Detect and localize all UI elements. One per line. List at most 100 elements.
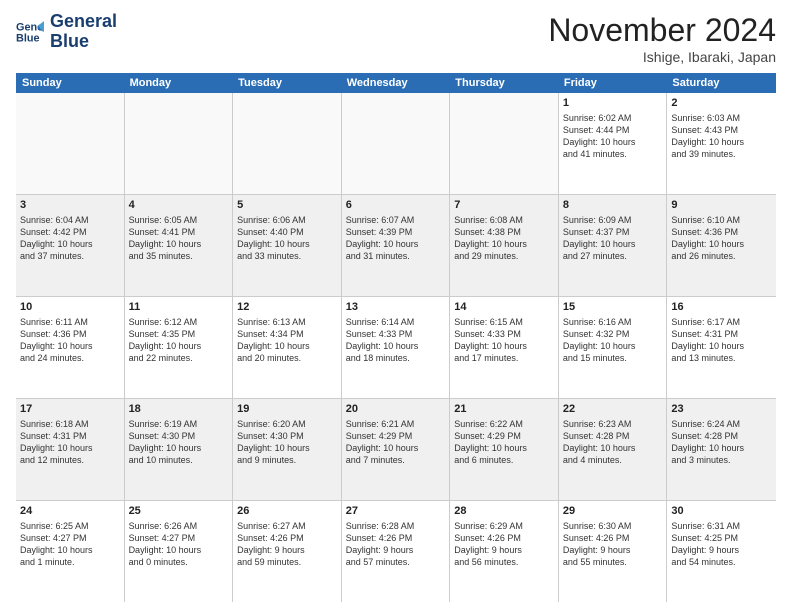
calendar-row-0: 1Sunrise: 6:02 AMSunset: 4:44 PMDaylight…: [16, 93, 776, 195]
cell-info-line: Sunset: 4:41 PM: [129, 226, 229, 238]
calendar-cell-r3-c1: 18Sunrise: 6:19 AMSunset: 4:30 PMDayligh…: [125, 399, 234, 500]
calendar-cell-r2-c1: 11Sunrise: 6:12 AMSunset: 4:35 PMDayligh…: [125, 297, 234, 398]
calendar-cell-r0-c0: [16, 93, 125, 194]
cell-info-line: Sunset: 4:37 PM: [563, 226, 663, 238]
calendar-cell-r1-c0: 3Sunrise: 6:04 AMSunset: 4:42 PMDaylight…: [16, 195, 125, 296]
day-number: 6: [346, 198, 446, 213]
calendar-cell-r1-c6: 9Sunrise: 6:10 AMSunset: 4:36 PMDaylight…: [667, 195, 776, 296]
cell-info-line: and 56 minutes.: [454, 556, 554, 568]
calendar-cell-r4-c5: 29Sunrise: 6:30 AMSunset: 4:26 PMDayligh…: [559, 501, 668, 602]
cell-info-line: Sunset: 4:39 PM: [346, 226, 446, 238]
logo-text-line1: General: [50, 12, 117, 32]
cell-info-line: Daylight: 10 hours: [671, 442, 772, 454]
cell-info-line: and 15 minutes.: [563, 352, 663, 364]
calendar-cell-r3-c0: 17Sunrise: 6:18 AMSunset: 4:31 PMDayligh…: [16, 399, 125, 500]
cell-info-line: Sunrise: 6:02 AM: [563, 112, 663, 124]
day-number: 27: [346, 504, 446, 519]
cell-info-line: and 57 minutes.: [346, 556, 446, 568]
cell-info-line: Daylight: 10 hours: [454, 340, 554, 352]
cell-info-line: Sunset: 4:30 PM: [129, 430, 229, 442]
day-number: 19: [237, 402, 337, 417]
cell-info-line: and 35 minutes.: [129, 250, 229, 262]
day-number: 18: [129, 402, 229, 417]
weekday-saturday: Saturday: [667, 73, 776, 93]
day-number: 20: [346, 402, 446, 417]
calendar-cell-r2-c0: 10Sunrise: 6:11 AMSunset: 4:36 PMDayligh…: [16, 297, 125, 398]
day-number: 23: [671, 402, 772, 417]
cell-info-line: Daylight: 10 hours: [563, 340, 663, 352]
cell-info-line: Daylight: 10 hours: [20, 544, 120, 556]
day-number: 12: [237, 300, 337, 315]
calendar-cell-r1-c2: 5Sunrise: 6:06 AMSunset: 4:40 PMDaylight…: [233, 195, 342, 296]
calendar-cell-r3-c5: 22Sunrise: 6:23 AMSunset: 4:28 PMDayligh…: [559, 399, 668, 500]
cell-info-line: Daylight: 9 hours: [346, 544, 446, 556]
calendar-row-1: 3Sunrise: 6:04 AMSunset: 4:42 PMDaylight…: [16, 195, 776, 297]
calendar: Sunday Monday Tuesday Wednesday Thursday…: [16, 73, 776, 602]
cell-info-line: Sunrise: 6:13 AM: [237, 316, 337, 328]
cell-info-line: and 17 minutes.: [454, 352, 554, 364]
cell-info-line: Sunset: 4:38 PM: [454, 226, 554, 238]
cell-info-line: Sunset: 4:26 PM: [237, 532, 337, 544]
cell-info-line: Sunrise: 6:15 AM: [454, 316, 554, 328]
calendar-cell-r3-c3: 20Sunrise: 6:21 AMSunset: 4:29 PMDayligh…: [342, 399, 451, 500]
calendar-cell-r2-c2: 12Sunrise: 6:13 AMSunset: 4:34 PMDayligh…: [233, 297, 342, 398]
calendar-cell-r4-c6: 30Sunrise: 6:31 AMSunset: 4:25 PMDayligh…: [667, 501, 776, 602]
cell-info-line: Daylight: 10 hours: [563, 136, 663, 148]
cell-info-line: Sunset: 4:44 PM: [563, 124, 663, 136]
weekday-sunday: Sunday: [16, 73, 125, 93]
cell-info-line: Sunset: 4:25 PM: [671, 532, 772, 544]
cell-info-line: Daylight: 10 hours: [129, 340, 229, 352]
cell-info-line: Daylight: 9 hours: [237, 544, 337, 556]
day-number: 25: [129, 504, 229, 519]
page: General Blue General Blue November 2024 …: [0, 0, 792, 612]
day-number: 21: [454, 402, 554, 417]
cell-info-line: Sunrise: 6:30 AM: [563, 520, 663, 532]
day-number: 10: [20, 300, 120, 315]
calendar-row-2: 10Sunrise: 6:11 AMSunset: 4:36 PMDayligh…: [16, 297, 776, 399]
weekday-wednesday: Wednesday: [342, 73, 451, 93]
cell-info-line: Daylight: 10 hours: [454, 442, 554, 454]
cell-info-line: Sunset: 4:40 PM: [237, 226, 337, 238]
cell-info-line: Sunrise: 6:18 AM: [20, 418, 120, 430]
cell-info-line: Daylight: 10 hours: [671, 340, 772, 352]
cell-info-line: Daylight: 10 hours: [20, 442, 120, 454]
calendar-cell-r1-c5: 8Sunrise: 6:09 AMSunset: 4:37 PMDaylight…: [559, 195, 668, 296]
cell-info-line: Sunrise: 6:12 AM: [129, 316, 229, 328]
day-number: 7: [454, 198, 554, 213]
cell-info-line: Sunset: 4:26 PM: [563, 532, 663, 544]
cell-info-line: Sunrise: 6:03 AM: [671, 112, 772, 124]
day-number: 29: [563, 504, 663, 519]
cell-info-line: Sunrise: 6:11 AM: [20, 316, 120, 328]
calendar-cell-r2-c3: 13Sunrise: 6:14 AMSunset: 4:33 PMDayligh…: [342, 297, 451, 398]
month-title: November 2024: [548, 12, 776, 49]
cell-info-line: and 39 minutes.: [671, 148, 772, 160]
cell-info-line: Sunrise: 6:10 AM: [671, 214, 772, 226]
cell-info-line: Sunrise: 6:22 AM: [454, 418, 554, 430]
cell-info-line: and 13 minutes.: [671, 352, 772, 364]
cell-info-line: Sunset: 4:35 PM: [129, 328, 229, 340]
cell-info-line: Sunset: 4:31 PM: [20, 430, 120, 442]
logo: General Blue General Blue: [16, 12, 117, 52]
weekday-tuesday: Tuesday: [233, 73, 342, 93]
cell-info-line: Daylight: 10 hours: [20, 340, 120, 352]
cell-info-line: Sunset: 4:30 PM: [237, 430, 337, 442]
cell-info-line: Daylight: 10 hours: [346, 340, 446, 352]
cell-info-line: Sunrise: 6:08 AM: [454, 214, 554, 226]
cell-info-line: Sunrise: 6:21 AM: [346, 418, 446, 430]
weekday-thursday: Thursday: [450, 73, 559, 93]
day-number: 5: [237, 198, 337, 213]
cell-info-line: and 3 minutes.: [671, 454, 772, 466]
cell-info-line: and 20 minutes.: [237, 352, 337, 364]
cell-info-line: Daylight: 10 hours: [563, 238, 663, 250]
cell-info-line: Daylight: 10 hours: [129, 442, 229, 454]
calendar-cell-r0-c4: [450, 93, 559, 194]
day-number: 11: [129, 300, 229, 315]
cell-info-line: Sunrise: 6:28 AM: [346, 520, 446, 532]
cell-info-line: Sunset: 4:33 PM: [454, 328, 554, 340]
calendar-cell-r0-c1: [125, 93, 234, 194]
cell-info-line: and 6 minutes.: [454, 454, 554, 466]
cell-info-line: Daylight: 10 hours: [671, 238, 772, 250]
cell-info-line: Daylight: 10 hours: [129, 238, 229, 250]
svg-text:Blue: Blue: [16, 32, 40, 44]
calendar-cell-r4-c1: 25Sunrise: 6:26 AMSunset: 4:27 PMDayligh…: [125, 501, 234, 602]
